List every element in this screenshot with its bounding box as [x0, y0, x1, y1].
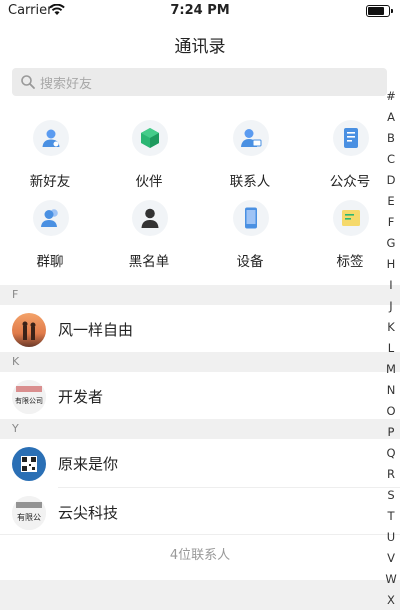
function-blacklist[interactable]: 黑名单 [99, 198, 199, 278]
index-letter[interactable]: N [382, 380, 400, 401]
device-icon [233, 200, 269, 236]
search-input[interactable]: 搜索好友 [12, 68, 387, 96]
section-header-f: F [0, 285, 400, 305]
index-letter[interactable]: R [382, 464, 400, 485]
company-logo: 有限公 [12, 496, 46, 530]
contact-row[interactable]: 有限公 云尖科技 [0, 488, 400, 536]
svg-text:有限公司: 有限公司 [15, 396, 43, 405]
contacts-icon [233, 120, 269, 156]
contact-row[interactable]: 原来是你 [0, 439, 400, 487]
avatar: 有限公 [12, 496, 46, 530]
index-letter[interactable]: L [382, 338, 400, 359]
function-new-friend[interactable]: 新好友 [0, 118, 100, 198]
index-letter[interactable]: J [382, 296, 400, 317]
contact-name: 原来是你 [58, 455, 119, 473]
contact-name: 开发者 [58, 388, 104, 406]
function-partner[interactable]: 伙伴 [99, 118, 199, 198]
clock: 7:24 PM [170, 3, 230, 18]
section-header-y: Y [0, 419, 400, 439]
index-letter[interactable]: # [382, 86, 400, 107]
function-label: 群聊 [36, 254, 64, 270]
section-letter: K [12, 355, 20, 368]
new-friend-icon [33, 120, 69, 156]
index-letter[interactable]: X [382, 590, 400, 611]
svg-text:有限公: 有限公 [17, 512, 41, 522]
footer-background [0, 580, 400, 610]
index-letter[interactable]: S [382, 485, 400, 506]
index-letter[interactable]: B [382, 128, 400, 149]
index-letter[interactable]: G [382, 233, 400, 254]
section-header-k: K [0, 352, 400, 372]
index-letter[interactable]: W [382, 569, 400, 590]
status-bar: Carrier 7:24 PM [0, 0, 400, 22]
contact-name: 云尖科技 [58, 504, 119, 522]
contact-name: 风一样自由 [58, 321, 134, 339]
search-icon [21, 75, 35, 89]
function-label: 设备 [236, 254, 264, 270]
index-letter[interactable]: Q [382, 443, 400, 464]
battery-icon [366, 5, 393, 17]
function-contacts[interactable]: 联系人 [200, 118, 300, 198]
index-letter[interactable]: O [382, 401, 400, 422]
index-letter[interactable]: C [382, 149, 400, 170]
contact-count: 4位联系人 [169, 548, 231, 563]
contact-row[interactable]: 有限公司 开发者 [0, 372, 400, 420]
official-account-icon [333, 120, 369, 156]
contact-row[interactable]: 风一样自由 [0, 305, 400, 353]
section-letter: F [12, 288, 19, 301]
function-device[interactable]: 设备 [200, 198, 300, 278]
group-chat-icon [33, 200, 69, 236]
index-letter[interactable]: F [382, 212, 400, 233]
section-letter: Y [12, 422, 19, 435]
alphabet-index[interactable]: # A B C D E F G H I J K L M N O P Q R S T U V W X [382, 86, 400, 611]
index-letter[interactable]: A [382, 107, 400, 128]
function-label: 伙伴 [135, 174, 163, 190]
index-letter[interactable]: U [382, 527, 400, 548]
index-letter[interactable]: M [382, 359, 400, 380]
avatar [12, 313, 46, 347]
page-title: 通讯录 [174, 37, 226, 57]
company-logo: 有限公司 [12, 380, 46, 414]
search-placeholder: 搜索好友 [40, 77, 93, 92]
divider [0, 534, 400, 535]
qr-code-avatar [12, 447, 46, 481]
function-label: 新好友 [29, 174, 71, 190]
function-label: 联系人 [229, 174, 271, 190]
function-label: 黑名单 [128, 254, 170, 270]
index-letter[interactable]: H [382, 254, 400, 275]
index-letter[interactable]: E [382, 191, 400, 212]
index-letter[interactable]: V [382, 548, 400, 569]
index-letter[interactable]: T [382, 506, 400, 527]
partner-icon [132, 120, 168, 156]
function-group-chat[interactable]: 群聊 [0, 198, 100, 278]
avatar [12, 447, 46, 481]
index-letter[interactable]: D [382, 170, 400, 191]
index-letter[interactable]: P [382, 422, 400, 443]
blacklist-icon [132, 200, 168, 236]
index-letter[interactable]: I [382, 275, 400, 296]
index-letter[interactable]: K [382, 317, 400, 338]
avatar: 有限公司 [12, 380, 46, 414]
tag-icon [333, 200, 369, 236]
